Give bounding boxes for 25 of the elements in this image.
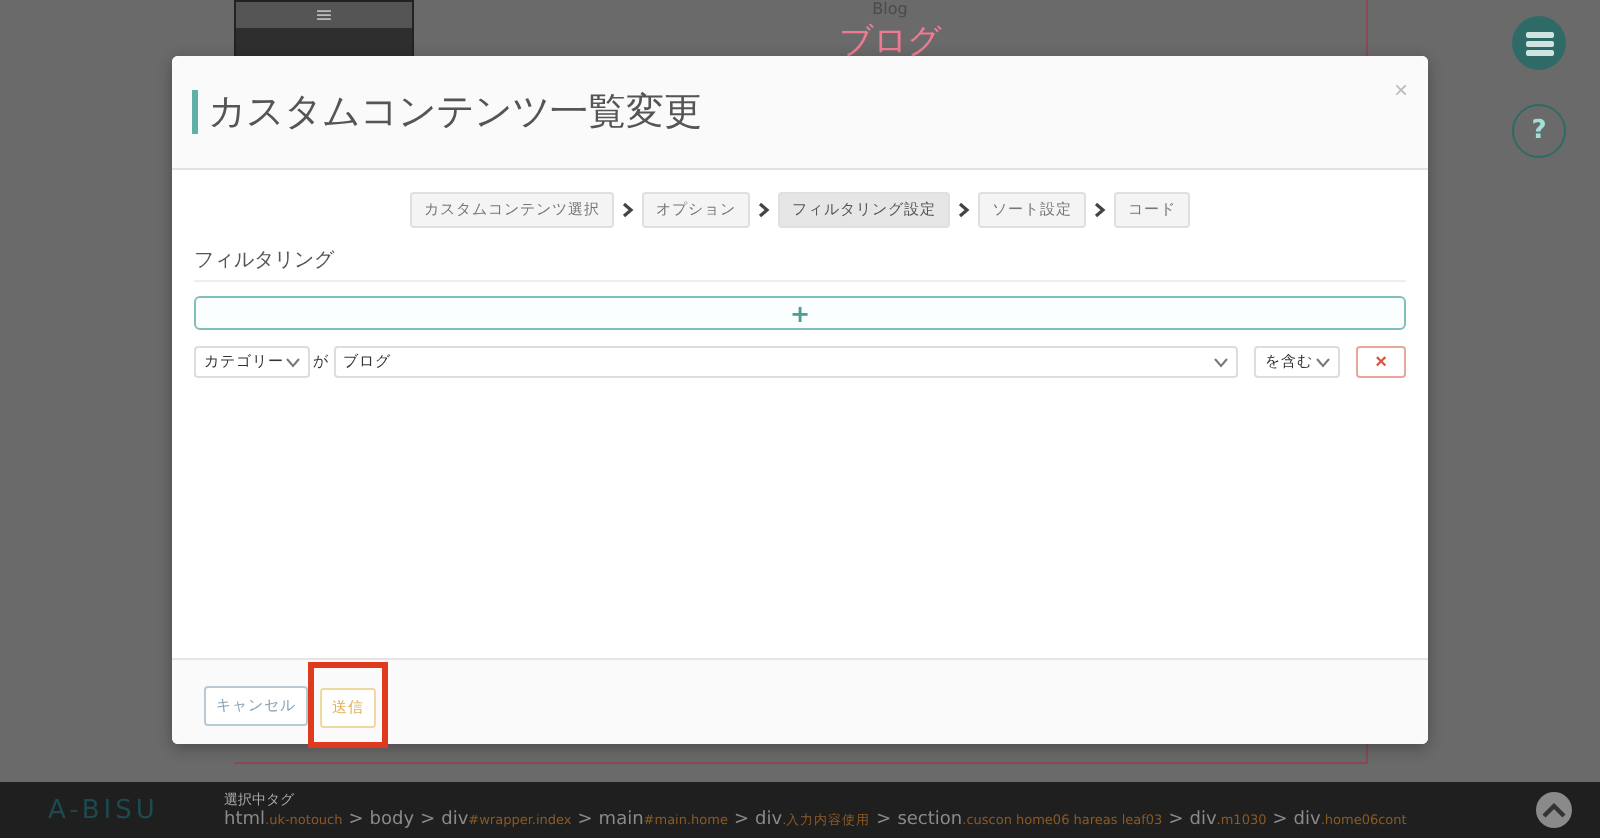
remove-button[interactable]: × — [1356, 346, 1406, 378]
chevron-icon — [622, 202, 634, 218]
separator: > — [420, 810, 436, 830]
chevron-icon — [758, 202, 770, 218]
page-title: ブログ — [839, 20, 941, 64]
separator: > — [577, 810, 593, 830]
chevron-up-icon — [1542, 802, 1566, 818]
menu-icon — [1523, 29, 1555, 57]
help-button[interactable]: ? — [1512, 104, 1566, 158]
separator: > — [348, 810, 364, 830]
add-filter-button[interactable]: + — [194, 296, 1406, 330]
menu-button[interactable] — [1512, 16, 1566, 70]
scroll-top-button[interactable] — [1536, 792, 1572, 828]
modal-title: カスタムコンテンツ一覧変更 — [192, 90, 702, 134]
dropdown-icon — [285, 357, 300, 367]
separator: > — [876, 810, 892, 830]
chevron-icon — [958, 202, 970, 218]
chevron-icon — [1094, 202, 1106, 218]
dropdown-icon — [1316, 357, 1331, 367]
separator: > — [1168, 810, 1184, 830]
dropdown-icon — [1214, 357, 1229, 367]
separator: > — [1272, 810, 1288, 830]
tag-path-item[interactable]: body — [369, 810, 415, 830]
section-title: フィルタリング — [194, 246, 1406, 282]
separator: > — [733, 810, 750, 830]
